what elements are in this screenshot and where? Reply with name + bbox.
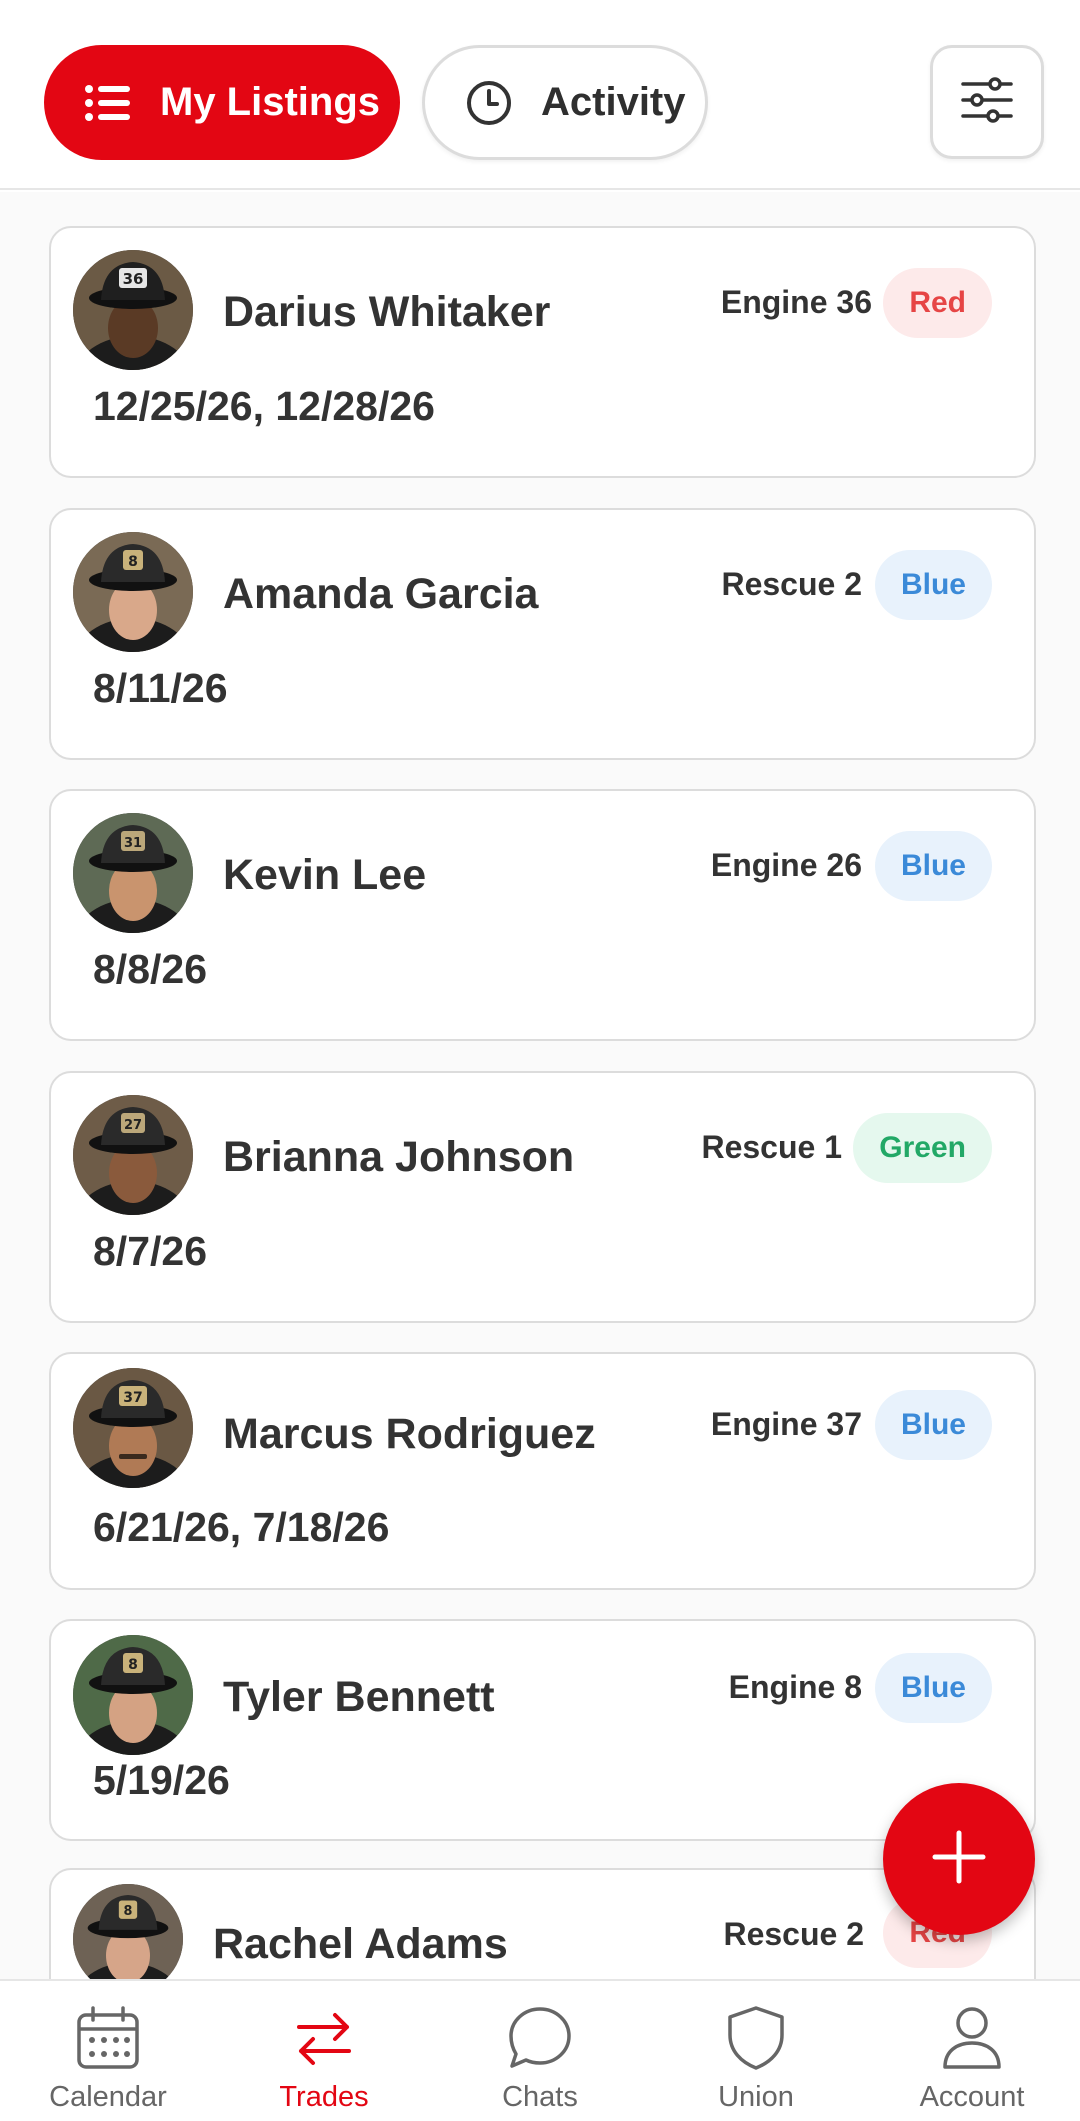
nav-label: Calendar <box>49 2081 167 2113</box>
shift-badge: Green <box>853 1113 992 1183</box>
helmet-number: 37 <box>123 1390 142 1406</box>
listing-unit: Rescue 2 <box>723 1916 864 1952</box>
listing-name: Rachel Adams <box>213 1920 508 1968</box>
listing-card[interactable]: 8 Tyler Bennett Engine 8 Blue 5/19/26 <box>49 1619 1036 1841</box>
shift-badge: Blue <box>874 550 992 620</box>
listing-card[interactable]: 27 Brianna Johnson Rescue 1 Green 8/7/26 <box>49 1071 1036 1323</box>
listing-name: Marcus Rodriguez <box>223 1410 596 1458</box>
listing-unit: Engine 36 <box>720 284 872 320</box>
chat-bubble-icon <box>505 2003 575 2073</box>
listing-dates: 12/25/26, 12/28/26 <box>93 383 435 429</box>
nav-item-account[interactable]: Account <box>864 1981 1080 2121</box>
nav-label: Trades <box>279 2081 369 2113</box>
avatar: 31 <box>73 813 193 933</box>
listing-unit: Engine 37 <box>710 1406 862 1442</box>
listing-name: Darius Whitaker <box>223 288 551 336</box>
shift-badge: Blue <box>874 1653 992 1723</box>
plus-icon <box>931 1829 987 1890</box>
swap-arrows-icon <box>289 2003 359 2073</box>
list-icon <box>82 77 134 129</box>
listing-card[interactable]: 8 Amanda Garcia Rescue 2 Blue 8/11/26 <box>49 508 1036 760</box>
listing-dates: 5/19/26 <box>93 1757 230 1803</box>
listing-name: Brianna Johnson <box>223 1133 575 1181</box>
helmet-number: 8 <box>124 1904 133 1919</box>
person-icon <box>937 2003 1007 2073</box>
avatar: 8 <box>73 1635 193 1755</box>
sliders-icon <box>961 76 1013 128</box>
shift-badge: Blue <box>874 1390 992 1460</box>
listing-card[interactable]: 36 Darius Whitaker Engine 36 Red 12/25/2… <box>49 226 1036 478</box>
shift-badge: Red <box>883 268 992 338</box>
helmet-number: 8 <box>128 1657 138 1673</box>
tab-my-listings[interactable]: My Listings <box>44 45 400 160</box>
listings-list[interactable]: 36 Darius Whitaker Engine 36 Red 12/25/2… <box>0 192 1080 1979</box>
nav-label: Account <box>919 2081 1025 2113</box>
helmet-number: 8 <box>128 554 138 570</box>
listing-card[interactable]: 31 Kevin Lee Engine 26 Blue 8/8/26 <box>49 789 1036 1041</box>
nav-item-chats[interactable]: Chats <box>432 1981 648 2121</box>
listing-name: Tyler Bennett <box>223 1673 495 1721</box>
avatar: 8 <box>73 1884 183 1979</box>
nav-item-union[interactable]: Union <box>648 1981 864 2121</box>
listing-dates: 6/21/26, 7/18/26 <box>93 1504 390 1550</box>
shift-badge: Blue <box>874 831 992 901</box>
avatar: 36 <box>73 250 193 370</box>
bottom-nav: Calendar Trades Chats Union Account <box>0 1979 1080 2121</box>
top-bar: My Listings Activity <box>0 0 1080 190</box>
listing-name: Kevin Lee <box>223 851 427 899</box>
shield-icon <box>721 2003 791 2073</box>
listing-dates: 8/8/26 <box>93 946 207 992</box>
listing-unit: Rescue 1 <box>701 1129 842 1165</box>
nav-label: Chats <box>502 2081 578 2113</box>
tab-activity-label: Activity <box>541 80 686 124</box>
avatar: 37 <box>73 1368 193 1488</box>
listing-unit: Engine 8 <box>728 1669 862 1705</box>
listing-name: Amanda Garcia <box>223 570 539 618</box>
tab-activity[interactable]: Activity <box>422 45 708 160</box>
tab-my-listings-label: My Listings <box>160 80 381 124</box>
calendar-icon <box>73 2003 143 2073</box>
avatar: 8 <box>73 532 193 652</box>
listing-dates: 8/7/26 <box>93 1228 207 1274</box>
helmet-number: 27 <box>124 1118 142 1133</box>
listing-dates: 8/11/26 <box>93 665 228 711</box>
clock-icon <box>463 77 515 129</box>
nav-item-calendar[interactable]: Calendar <box>0 1981 216 2121</box>
nav-item-trades[interactable]: Trades <box>216 1981 432 2121</box>
nav-label: Union <box>718 2081 794 2113</box>
listing-unit: Rescue 2 <box>721 566 862 602</box>
helmet-number: 31 <box>124 836 142 851</box>
listing-card[interactable]: 37 Marcus Rodriguez Engine 37 Blue 6/21/… <box>49 1352 1036 1590</box>
listing-unit: Engine 26 <box>710 847 862 883</box>
add-listing-button[interactable] <box>883 1783 1035 1935</box>
helmet-number: 36 <box>123 270 144 288</box>
avatar: 27 <box>73 1095 193 1215</box>
filter-button[interactable] <box>930 45 1044 159</box>
